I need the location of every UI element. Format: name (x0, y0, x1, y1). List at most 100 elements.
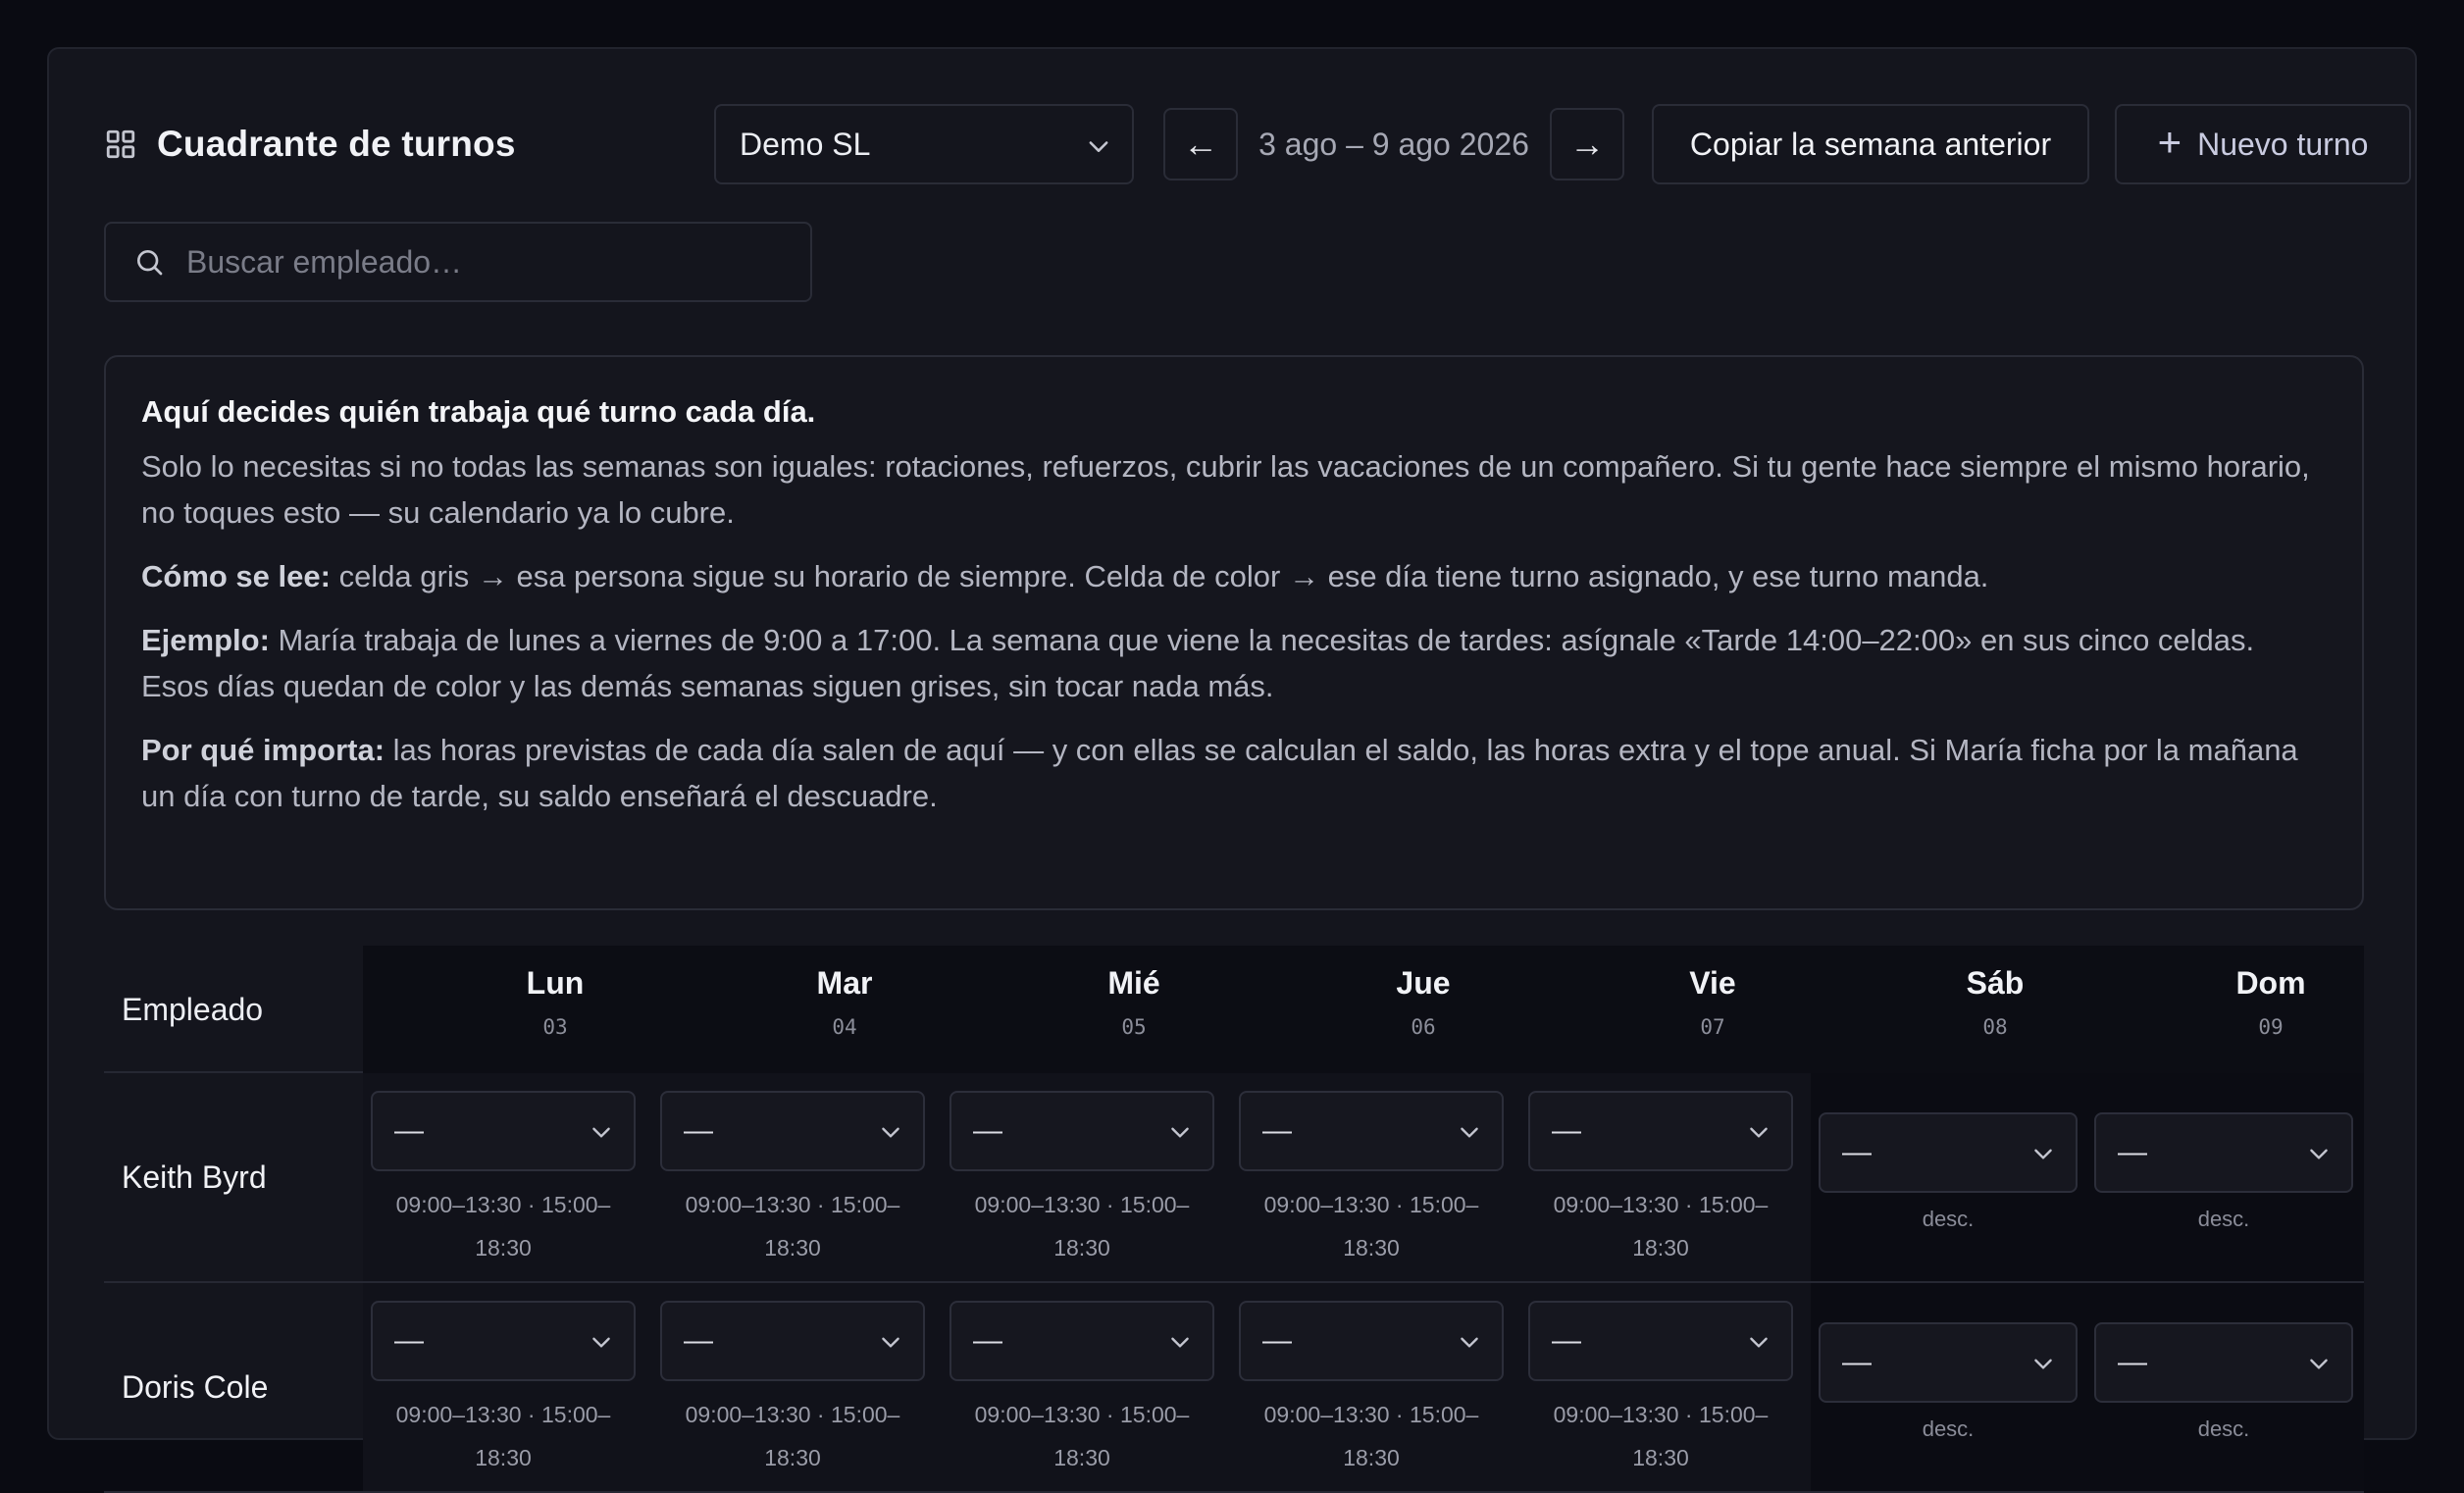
scheduled-hours-line-1: 09:00–13:30 · 15:00– (685, 1402, 900, 1427)
chevron-down-icon (2034, 1149, 2052, 1159)
employee-column-header: Empleado (122, 991, 264, 1027)
info-paragraph-2: Cómo se lee: celda gris → esa persona si… (141, 553, 2327, 599)
roster-header: Cuadrante de turnos Demo SL ← 3 ago – 9 … (104, 104, 2411, 184)
shift-select-value: — (1552, 1324, 1581, 1357)
info-text-why: las horas previstas de cada día salen de… (141, 733, 2298, 813)
chevron-down-icon (1171, 1337, 1189, 1348)
day-header-3: Jue 06 (1325, 946, 1521, 1073)
shift-cell-sáb: — desc. (1819, 1112, 2078, 1232)
day-name: Mar (816, 965, 873, 1001)
scheduled-hours-line-2: 18:30 (1343, 1445, 1400, 1470)
scheduled-hours-line-1: 09:00–13:30 · 15:00– (395, 1192, 611, 1217)
chevron-down-icon (2034, 1359, 2052, 1369)
scheduled-hours-line-2: 18:30 (1632, 1235, 1689, 1261)
scheduled-hours-line-1: 09:00–13:30 · 15:00– (1263, 1402, 1479, 1427)
chevron-down-icon (592, 1127, 610, 1138)
shift-select[interactable]: — (660, 1301, 925, 1381)
shift-roster-card: Cuadrante de turnos Demo SL ← 3 ago – 9 … (47, 47, 2417, 1493)
next-week-button[interactable]: → (1550, 108, 1624, 180)
scheduled-hours-line-1: 09:00–13:30 · 15:00– (1553, 1192, 1769, 1217)
shift-select-value: — (1262, 1324, 1292, 1357)
prev-week-button[interactable]: ← (1163, 108, 1238, 180)
shift-select-value: — (1842, 1346, 1872, 1378)
chevron-down-icon (882, 1337, 899, 1348)
scheduled-hours: 09:00–13:30 · 15:00– 18:30 (371, 1183, 636, 1269)
scheduled-hours-line-2: 18:30 (1053, 1445, 1110, 1470)
shift-select[interactable]: — (371, 1091, 636, 1171)
new-shift-button[interactable]: + Nuevo turno (2115, 104, 2411, 184)
scheduled-hours-line-1: 09:00–13:30 · 15:00– (1263, 1192, 1479, 1217)
employee-search (104, 222, 812, 302)
rest-day-note: desc. (2197, 1416, 2250, 1441)
shift-select[interactable]: — (2094, 1322, 2353, 1403)
shift-select-value: — (394, 1324, 424, 1357)
scheduled-hours-line-2: 18:30 (764, 1445, 821, 1470)
shift-select-value: — (1552, 1114, 1581, 1147)
company-select-value: Demo SL (740, 126, 871, 162)
search-icon (137, 250, 163, 276)
day-header-1: Mar 04 (746, 946, 943, 1073)
new-shift-label: Nuevo turno (2197, 126, 2369, 162)
chevron-down-icon (1089, 141, 1108, 152)
shift-select[interactable]: — (2094, 1112, 2353, 1193)
shift-select[interactable]: — (950, 1301, 1214, 1381)
shift-select[interactable]: — (1239, 1301, 1504, 1381)
info-label-how-to-read: Cómo se lee: (141, 559, 331, 593)
day-date: 03 (542, 1015, 568, 1039)
info-paragraph-1: Solo lo necesitas si no todas las semana… (141, 449, 2310, 530)
shift-cell-sáb: — desc. (1819, 1322, 2078, 1442)
shift-select[interactable]: — (1819, 1322, 2078, 1403)
chevron-down-icon (1461, 1127, 1478, 1138)
day-date: 05 (1121, 1015, 1147, 1039)
shift-select[interactable]: — (1819, 1112, 2078, 1193)
day-header-4: Vie 07 (1615, 946, 1811, 1073)
chevron-down-icon (882, 1127, 899, 1138)
scheduled-hours-line-2: 18:30 (1632, 1445, 1689, 1470)
page-title: Cuadrante de turnos (157, 124, 516, 164)
copy-previous-week-button[interactable]: Copiar la semana anterior (1652, 104, 2089, 184)
scheduled-hours: 09:00–13:30 · 15:00– 18:30 (1528, 1393, 1793, 1479)
shift-select[interactable]: — (1528, 1091, 1793, 1171)
table-body: Keith Byrd — 09:00–13:30 · 15:00– 18:30 — 09:… (104, 1073, 2364, 1493)
rest-day-note: desc. (1922, 1416, 1975, 1441)
day-date: 07 (1700, 1015, 1725, 1039)
arrow-right-icon: → (1569, 124, 1605, 164)
day-date: 04 (832, 1015, 857, 1039)
shift-select[interactable]: — (950, 1091, 1214, 1171)
day-name: Mié (1107, 965, 1160, 1001)
chevron-down-icon (2310, 1149, 2328, 1159)
table-header: Empleado Lun 03 Mar 04 Mié 05 Jue 06 Vie 07 Sáb 08 D… (104, 946, 2364, 1073)
shift-select-value: — (394, 1114, 424, 1147)
scheduled-hours: 09:00–13:30 · 15:00– 18:30 (1528, 1183, 1793, 1269)
scheduled-hours-line-1: 09:00–13:30 · 15:00– (1553, 1402, 1769, 1427)
shift-select-value: — (1262, 1114, 1292, 1147)
shift-select-value: — (973, 1324, 1002, 1357)
day-header-0: Lun 03 (457, 946, 653, 1073)
shift-select-value: — (1842, 1136, 1872, 1168)
search-input[interactable] (186, 243, 775, 281)
table-row: Doris Cole — 09:00–13:30 · 15:00– 18:30 — 09:… (104, 1283, 2364, 1493)
roster-table: Empleado Lun 03 Mar 04 Mié 05 Jue 06 Vie 07 Sáb 08 D… (104, 946, 2364, 1493)
scheduled-hours: 09:00–13:30 · 15:00– 18:30 (950, 1393, 1214, 1479)
scheduled-hours: 09:00–13:30 · 15:00– 18:30 (660, 1393, 925, 1479)
shift-select[interactable]: — (1239, 1091, 1504, 1171)
chevron-down-icon (1461, 1337, 1478, 1348)
shift-select[interactable]: — (1528, 1301, 1793, 1381)
employee-name: Keith Byrd (122, 1158, 267, 1195)
shift-select[interactable]: — (371, 1301, 636, 1381)
plus-icon: + (2157, 119, 2182, 165)
day-date: 09 (2258, 1015, 2284, 1039)
scheduled-hours-line-2: 18:30 (475, 1445, 532, 1470)
info-text-example: María trabaja de lunes a viernes de 9:00… (141, 623, 2255, 703)
shift-cell-lun: — 09:00–13:30 · 15:00– 18:30 (371, 1091, 636, 1269)
scheduled-hours-line-1: 09:00–13:30 · 15:00– (974, 1192, 1190, 1217)
arrow-left-icon: ← (1183, 124, 1218, 164)
chevron-down-icon (1750, 1127, 1768, 1138)
shift-select[interactable]: — (660, 1091, 925, 1171)
scheduled-hours-line-1: 09:00–13:30 · 15:00– (395, 1402, 611, 1427)
shift-cell-mié: — 09:00–13:30 · 15:00– 18:30 (950, 1301, 1214, 1479)
shift-select-value: — (2118, 1346, 2147, 1378)
shift-select-value: — (684, 1324, 713, 1357)
day-name: Dom (2235, 965, 2306, 1001)
company-select[interactable]: Demo SL (714, 104, 1134, 184)
